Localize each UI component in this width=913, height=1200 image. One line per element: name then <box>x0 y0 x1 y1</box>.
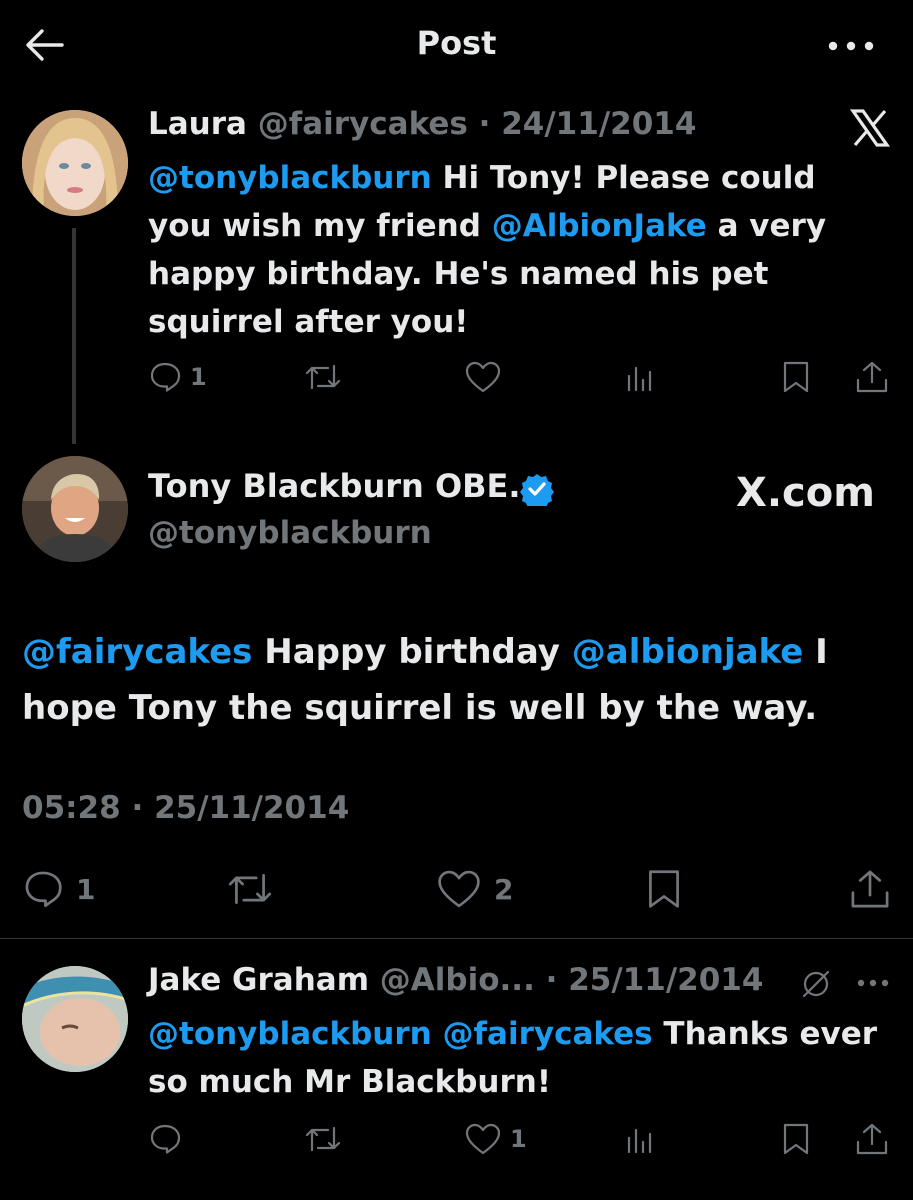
tweet-header-jake: Jake Graham @Albio... · 25/11/2014 <box>148 962 763 998</box>
retweet-icon <box>305 364 341 390</box>
share-icon <box>856 1123 888 1155</box>
like-button[interactable]: 2 <box>436 868 513 910</box>
avatar-jake[interactable] <box>22 966 128 1072</box>
avatar-tony[interactable] <box>22 456 128 562</box>
separator-dot: · <box>467 106 502 142</box>
more-options-icon[interactable] <box>856 976 890 990</box>
mention-link[interactable]: @tonyblackburn <box>148 160 432 196</box>
author-handle[interactable]: @tonyblackburn <box>148 515 432 551</box>
mention-link[interactable]: @albionjake <box>572 632 804 672</box>
heart-icon <box>465 361 501 393</box>
tweet-text-tony: @fairycakes Happy birthday @albionjake I… <box>22 624 892 736</box>
tweet-time: 05:28 <box>22 790 121 826</box>
tweet-text-laura: @tonyblackburn Hi Tony! Please could you… <box>148 154 848 346</box>
bookmark-icon <box>649 870 679 908</box>
retweet-button[interactable] <box>304 360 342 394</box>
tweet-header-laura: Laura @fairycakes · 24/11/2014 <box>148 106 696 142</box>
views-button[interactable] <box>624 1124 656 1156</box>
author-handle[interactable]: @Albio... <box>380 962 535 998</box>
tweet-timestamp[interactable]: 05:28 · 25/11/2014 <box>22 790 349 826</box>
like-button[interactable]: 1 <box>464 1122 527 1156</box>
retweet-button[interactable] <box>226 868 274 910</box>
reply-count: 1 <box>76 872 96 906</box>
mention-link[interactable]: @AlbionJake <box>492 208 707 244</box>
bookmark-icon <box>783 1123 809 1155</box>
mention-link[interactable]: @fairycakes <box>443 1016 653 1052</box>
page-title: Post <box>416 24 497 62</box>
author-name[interactable]: Jake Graham <box>148 962 369 998</box>
verified-badge-icon <box>520 472 554 506</box>
like-button[interactable] <box>464 360 502 394</box>
mention-link[interactable]: @fairycakes <box>22 632 252 672</box>
author-handle[interactable]: @fairycakes <box>258 106 468 142</box>
tweet-date[interactable]: 24/11/2014 <box>501 106 696 142</box>
share-icon <box>856 361 888 393</box>
slash-circle-icon[interactable] <box>800 968 832 1000</box>
thread-connector-line <box>72 228 76 444</box>
reply-count: 1 <box>190 363 207 391</box>
retweet-icon <box>228 874 272 904</box>
separator-dot: · <box>534 962 569 998</box>
tweet-text-jake: @tonyblackburn @fairycakes Thanks ever s… <box>148 1010 898 1106</box>
share-button[interactable] <box>848 868 892 910</box>
bookmark-button[interactable] <box>780 360 812 394</box>
reply-button[interactable]: 1 <box>148 360 207 394</box>
x-logo-icon <box>850 108 890 148</box>
bookmark-button[interactable] <box>780 1122 812 1156</box>
reply-button[interactable]: 1 <box>22 868 95 910</box>
divider <box>0 938 913 939</box>
views-icon <box>627 366 652 392</box>
author-name[interactable]: Laura <box>148 106 247 142</box>
avatar-laura[interactable] <box>22 110 128 216</box>
like-count: 2 <box>494 872 514 906</box>
reply-button[interactable] <box>148 1122 182 1156</box>
share-button[interactable] <box>854 360 890 394</box>
tweet-date: 25/11/2014 <box>154 790 350 826</box>
tweet-text-part: Happy birthday <box>252 632 572 672</box>
bookmark-button[interactable] <box>644 868 684 910</box>
share-icon <box>851 870 889 908</box>
reply-icon <box>150 1124 181 1154</box>
reply-icon <box>25 871 62 908</box>
author-name[interactable]: Tony Blackburn OBE. <box>148 467 521 505</box>
retweet-button[interactable] <box>304 1122 342 1156</box>
heart-icon <box>438 870 480 908</box>
views-button[interactable] <box>624 362 656 394</box>
like-count: 1 <box>510 1125 527 1153</box>
bookmark-icon <box>783 361 809 393</box>
views-icon <box>627 1128 652 1154</box>
mention-link[interactable]: @tonyblackburn <box>148 1016 432 1052</box>
separator-dot: · <box>120 790 155 826</box>
retweet-icon <box>305 1126 341 1152</box>
more-options-icon[interactable] <box>826 36 876 56</box>
xcom-watermark: X.com <box>736 470 875 516</box>
heart-icon <box>465 1123 501 1155</box>
reply-icon <box>150 362 181 392</box>
share-button[interactable] <box>854 1122 890 1156</box>
tweet-date[interactable]: 25/11/2014 <box>568 962 763 998</box>
